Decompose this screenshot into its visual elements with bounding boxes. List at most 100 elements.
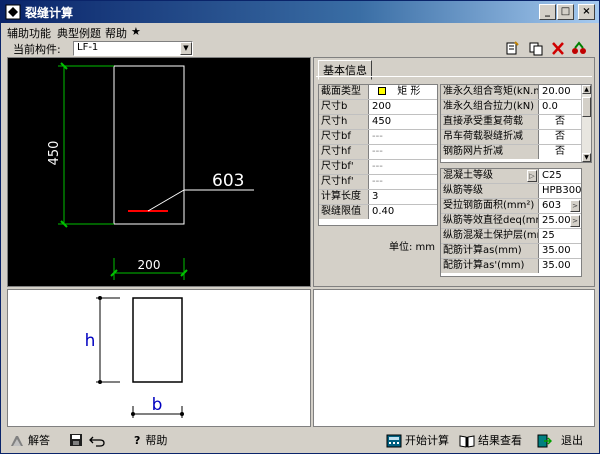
load-row: 钢筋网片折减 否 [441, 145, 591, 160]
exit-door-icon [537, 434, 552, 448]
load-row-label: 准永久组合拉力(kN) [441, 100, 539, 114]
copy-member-icon[interactable] [528, 41, 544, 56]
load-row: 准永久组合拉力(kN) 0.0 [441, 100, 591, 115]
b-label: b [152, 395, 163, 415]
rebar-grade-value[interactable]: HPB300 [539, 184, 582, 198]
moment-input[interactable]: 20.00 [539, 85, 571, 99]
save-icon[interactable] [69, 433, 83, 447]
tools-icon[interactable] [571, 41, 587, 56]
deq-input[interactable]: 25.00 [539, 214, 571, 228]
section-outline [113, 65, 185, 225]
load-row-label: 钢筋网片折减 [441, 145, 539, 159]
section-type-select[interactable]: 矩 形 [369, 85, 437, 99]
help-label: 帮助 [145, 434, 168, 447]
menu-favorites[interactable]: ★ [131, 25, 141, 38]
exit-button[interactable]: 退出 [536, 433, 583, 449]
member-select-value: LF-1 [77, 42, 99, 53]
rebar-area-input[interactable]: 603 [539, 199, 561, 213]
hf-prime-input: --- [372, 176, 383, 187]
scroll-thumb[interactable] [582, 97, 591, 117]
rebar-leader-line [147, 189, 185, 212]
cover-input[interactable]: 25 [539, 229, 555, 243]
section-row-label: 尺寸hf' [319, 175, 369, 189]
answer-button[interactable]: 解答 [9, 433, 50, 449]
material-row: 配筋计算as'(mm) 35.00 [441, 259, 581, 274]
close-button[interactable]: × [578, 4, 595, 20]
material-row-label: 纵筋混凝土保护层(mm) [441, 229, 539, 243]
crack-limit-input[interactable]: 0.40 [369, 205, 394, 219]
exit-label: 退出 [561, 434, 583, 447]
menu-bar: 辅助功能 典型例题 帮助 ★ [1, 23, 599, 41]
basic-info-panel: 基本信息 截面类型 矩 形 尺寸b 200 尺寸h 450 尺寸bf --- 尺… [313, 57, 595, 287]
width-b-input[interactable]: 200 [369, 100, 391, 114]
load-grid-scrollbar[interactable]: ▲ ▼ [581, 85, 591, 162]
section-row-label: 计算长度 [319, 190, 369, 204]
section-row-label: 截面类型 [319, 85, 369, 99]
menu-aux-functions[interactable]: 辅助功能 [7, 25, 51, 41]
member-toolbar: 当前构件: LF-1 ▼ [1, 41, 599, 57]
book-icon [459, 435, 475, 448]
title-bar[interactable]: 裂缝计算 _ □ × [1, 1, 599, 23]
rebar-label: 603 [212, 171, 244, 191]
load-row-label: 准永久组合弯矩(kN.m) [441, 85, 539, 99]
menu-help[interactable]: 帮助 [105, 25, 127, 41]
h-label: h [85, 331, 96, 351]
minimize-button[interactable]: _ [539, 4, 556, 20]
member-select[interactable]: LF-1 ▼ [73, 41, 193, 56]
load-row-label: 吊车荷载裂缝折减 [441, 130, 539, 144]
concrete-grade-value[interactable]: C25 [539, 169, 562, 183]
window-title: 裂缝计算 [25, 6, 74, 20]
section-row: 尺寸h 450 [319, 115, 437, 130]
section-param-grid: 截面类型 矩 形 尺寸b 200 尺寸h 450 尺寸bf --- 尺寸hf - [318, 84, 438, 226]
material-row: 混凝土等级 ▷ C25 [441, 169, 581, 184]
section-row: 尺寸bf' --- [319, 160, 437, 175]
width-dim-text: 200 [138, 258, 161, 272]
material-row-label: 受拉钢筋面积(mm²) [441, 199, 539, 213]
view-results-label: 结果查看 [478, 434, 522, 447]
section-type-value: 矩 形 [397, 86, 421, 97]
material-row-label: 纵筋等效直径deq(mm) [441, 214, 539, 228]
schematic-diagram: h b [85, 296, 184, 418]
tab-basic-info[interactable]: 基本信息 [318, 60, 372, 80]
menu-examples[interactable]: 典型例题 [57, 25, 101, 41]
new-member-icon[interactable] [504, 41, 520, 56]
help-question-icon: ? [134, 434, 141, 447]
concrete-grade-picker-icon[interactable]: ▷ [527, 170, 537, 182]
material-row-label: 配筋计算as(mm) [441, 244, 539, 258]
calculator-icon [386, 434, 402, 448]
rebar-area-picker-icon[interactable]: > [570, 200, 580, 212]
crane-reduction-toggle[interactable]: 否 [539, 130, 581, 144]
as-prime-input[interactable]: 35.00 [539, 259, 571, 273]
as-input[interactable]: 35.00 [539, 244, 571, 258]
maximize-button[interactable]: □ [557, 4, 574, 20]
section-type-swatch-icon [378, 87, 386, 95]
section-row-label: 尺寸b [319, 100, 369, 114]
section-row-label: 尺寸bf' [319, 160, 369, 174]
main-window: 裂缝计算 _ □ × 辅助功能 典型例题 帮助 ★ 当前构件: LF-1 ▼ 6… [0, 0, 600, 454]
height-h-input[interactable]: 450 [369, 115, 391, 129]
bf-input: --- [372, 131, 383, 142]
mesh-reduction-toggle[interactable]: 否 [539, 145, 581, 159]
unit-label: 单位: mm [389, 242, 436, 253]
view-results-button[interactable]: 结果查看 [459, 433, 522, 449]
tension-input[interactable]: 0.0 [539, 100, 558, 114]
scroll-up-icon[interactable]: ▲ [582, 85, 591, 94]
material-param-grid: 混凝土等级 ▷ C25 纵筋等级 HPB300 受拉钢筋面积(mm²) 603 … [440, 168, 582, 277]
deq-picker-icon[interactable]: > [570, 215, 580, 227]
section-row: 截面类型 矩 形 [319, 85, 437, 100]
material-row-label: 配筋计算as'(mm) [441, 259, 539, 273]
chevron-down-icon[interactable]: ▼ [180, 42, 192, 55]
result-panel [313, 289, 595, 427]
undo-icon[interactable] [89, 433, 105, 447]
delete-member-icon[interactable] [550, 41, 566, 56]
answer-icon [11, 436, 23, 446]
calc-length-input[interactable]: 3 [369, 190, 378, 204]
section-row: 裂缝限值 0.40 [319, 205, 437, 220]
scroll-down-icon[interactable]: ▼ [582, 153, 591, 162]
section-row-label: 尺寸hf [319, 145, 369, 159]
material-row-label: 混凝土等级 [441, 169, 539, 183]
help-button[interactable]: ? 帮助 [134, 433, 167, 449]
start-calculation-button[interactable]: 开始计算 [386, 433, 449, 449]
repeated-load-toggle[interactable]: 否 [539, 115, 581, 129]
answer-label: 解答 [28, 434, 50, 447]
